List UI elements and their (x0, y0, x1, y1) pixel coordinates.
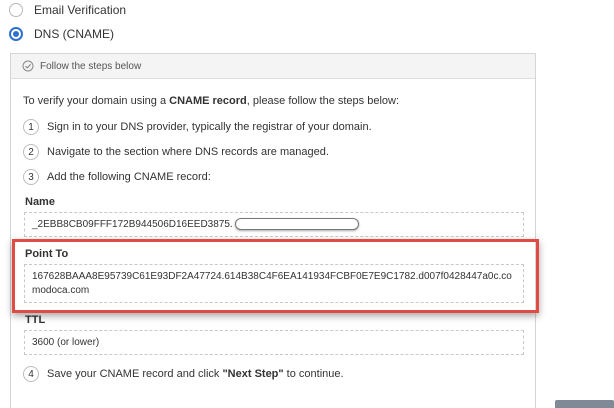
ttl-label: TTL (25, 314, 46, 326)
intro-bold: CNAME record (169, 95, 247, 107)
step-number: 4 (23, 366, 39, 382)
step-4-suffix: to continue. (283, 368, 344, 380)
point-to-value-field[interactable]: 167628BAAA8E95739C61E93DF2A47724.614B38C… (24, 264, 524, 303)
option-email-verification[interactable]: Email Verification (9, 3, 126, 17)
card-header: Follow the steps below (11, 54, 535, 79)
step-text: Navigate to the section where DNS record… (47, 146, 329, 158)
step-number: 1 (23, 119, 39, 135)
name-value: _2EBB8CB09FFF172B944506D16EED3875. (32, 219, 233, 230)
step-4-prefix: Save your CNAME record and click (47, 368, 223, 380)
point-to-label: Point To (25, 248, 69, 260)
email-verification-radio[interactable] (9, 3, 23, 17)
card-header-title: Follow the steps below (40, 60, 142, 72)
step-4: 4 Save your CNAME record and click "Next… (23, 366, 344, 382)
redaction-mark (234, 218, 359, 231)
intro-suffix: , please follow the steps below: (246, 95, 400, 107)
step-text: Save your CNAME record and click "Next S… (47, 368, 344, 380)
email-verification-label: Email Verification (34, 3, 127, 17)
check-circle-icon (22, 60, 34, 72)
ttl-value: 3600 (or lower) (32, 337, 100, 348)
intro-text: To verify your domain using a CNAME reco… (23, 95, 399, 107)
option-dns-cname[interactable]: DNS (CNAME) (9, 27, 114, 41)
step-3: 3 Add the following CNAME record: (23, 169, 211, 185)
intro-prefix: To verify your domain using a (23, 95, 170, 107)
dns-cname-radio[interactable] (9, 27, 23, 41)
name-label: Name (25, 196, 55, 208)
dns-cname-label: DNS (CNAME) (34, 27, 114, 41)
step-number: 2 (23, 144, 39, 160)
ttl-value-field[interactable]: 3600 (or lower) (24, 330, 524, 355)
step-text: Add the following CNAME record: (47, 171, 211, 183)
next-step-button-edge[interactable] (555, 400, 614, 408)
point-to-value: 167628BAAA8E95739C61E93DF2A47724.614B38C… (32, 271, 512, 296)
step-1: 1 Sign in to your DNS provider, typicall… (23, 119, 372, 135)
next-step-label: "Next Step" (222, 368, 284, 380)
name-value-field[interactable]: _2EBB8CB09FFF172B944506D16EED3875. (24, 212, 524, 237)
step-number: 3 (23, 169, 39, 185)
step-2: 2 Navigate to the section where DNS reco… (23, 144, 329, 160)
step-text: Sign in to your DNS provider, typically … (47, 121, 372, 133)
